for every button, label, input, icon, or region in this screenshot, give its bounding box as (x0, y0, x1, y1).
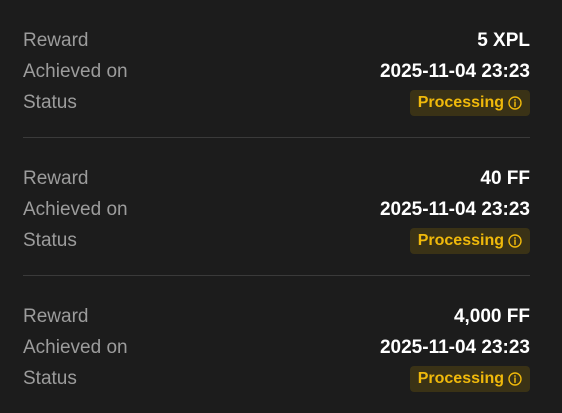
status-text: Processing (417, 231, 504, 249)
status-badge[interactable]: Processing (409, 365, 530, 392)
status-label: Status (23, 367, 77, 389)
achieved-on-label: Achieved on (23, 60, 128, 82)
status-text: Processing (417, 93, 504, 111)
reward-row: Reward 4,000 FF (23, 301, 530, 332)
achieved-on-row: Achieved on 2025-11-04 23:23 (23, 56, 530, 87)
achieved-on-value: 2025-11-04 23:23 (379, 60, 530, 82)
info-icon[interactable] (508, 233, 522, 248)
reward-value: 5 XPL (477, 29, 530, 51)
reward-row: Reward 40 FF (23, 163, 530, 194)
reward-record: Reward 40 FF Achieved on 2025-11-04 23:2… (23, 138, 530, 276)
reward-row: Reward 5 XPL (23, 25, 530, 56)
reward-label: Reward (23, 305, 89, 327)
status-label: Status (23, 91, 77, 113)
reward-record: Reward 4,000 FF Achieved on 2025-11-04 2… (23, 276, 530, 413)
reward-label: Reward (23, 167, 89, 189)
achieved-on-label: Achieved on (23, 198, 128, 220)
status-badge[interactable]: Processing (409, 227, 530, 254)
achieved-on-value: 2025-11-04 23:23 (379, 198, 530, 220)
status-text: Processing (417, 369, 504, 387)
reward-value: 40 FF (480, 167, 530, 189)
achieved-on-value: 2025-11-04 23:23 (379, 336, 530, 358)
achieved-on-row: Achieved on 2025-11-04 23:23 (23, 194, 530, 225)
status-row: Status Processing (23, 363, 530, 394)
status-row: Status Processing (23, 87, 530, 118)
reward-record: Reward 5 XPL Achieved on 2025-11-04 23:2… (23, 0, 530, 138)
reward-label: Reward (23, 29, 89, 51)
reward-value: 4,000 FF (453, 305, 530, 327)
status-badge[interactable]: Processing (409, 89, 530, 116)
status-label: Status (23, 229, 77, 251)
reward-history-list: Reward 5 XPL Achieved on 2025-11-04 23:2… (0, 0, 562, 413)
info-icon[interactable] (508, 95, 522, 110)
status-row: Status Processing (23, 225, 530, 256)
achieved-on-label: Achieved on (23, 336, 128, 358)
achieved-on-row: Achieved on 2025-11-04 23:23 (23, 332, 530, 363)
info-icon[interactable] (508, 371, 522, 386)
